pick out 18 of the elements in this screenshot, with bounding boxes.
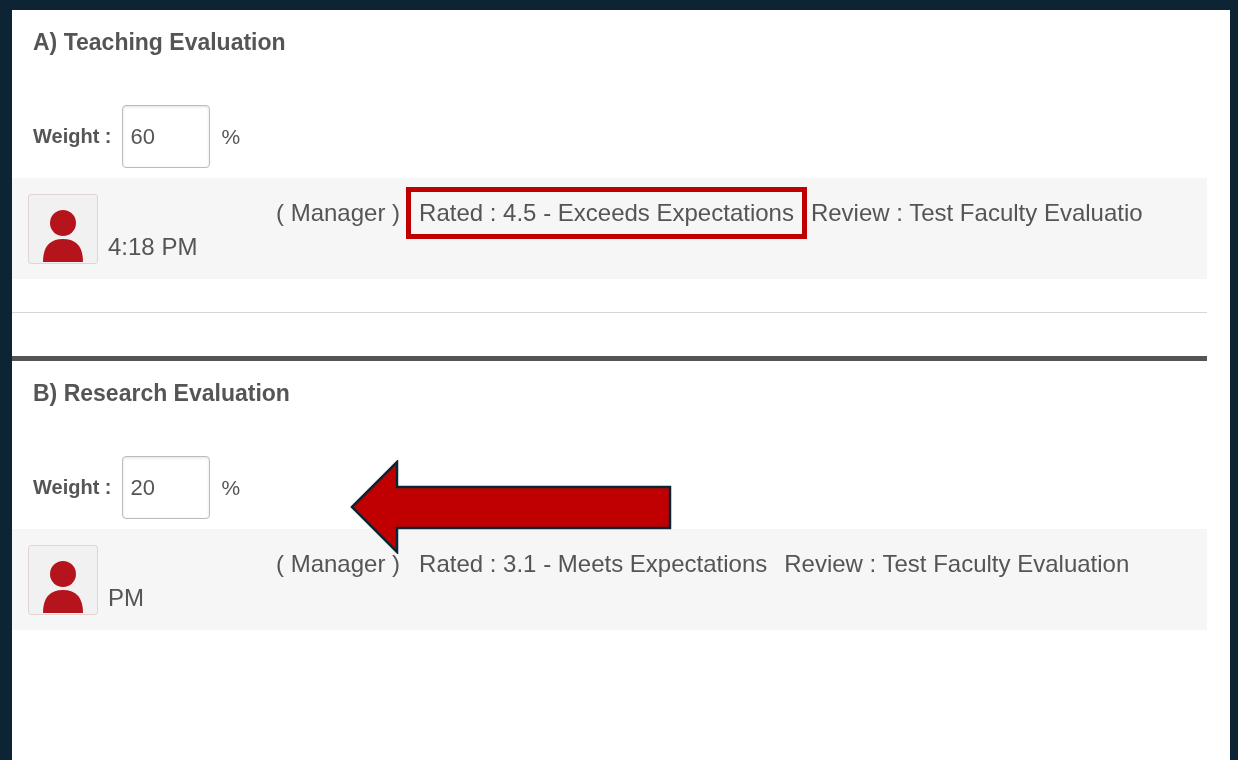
rating-text: Rated : 3.1 - Meets Expectations [419,550,768,577]
weight-label: Weight : [33,476,112,499]
weight-label: Weight : [33,125,112,148]
timestamp: PM [108,584,144,611]
role-text: ( Manager ) [276,198,401,228]
weight-field[interactable]: 60 [121,105,210,168]
percent-sign: % [221,124,241,149]
rating-text: Rated : 4.5 - Exceeds Expectations [419,199,794,226]
timestamp: 4:18 PM [108,233,198,260]
role-text: ( Manager ) [276,549,401,579]
section-title: A) Teaching Evaluation [32,28,287,57]
review-text: Review : Test Faculty Evaluation [784,549,1130,579]
avatar-icon [28,545,98,615]
avatar-icon [28,194,98,264]
review-text: Review : Test Faculty Evaluatio [810,198,1143,228]
section-title: B) Research Evaluation [32,379,291,408]
weight-field[interactable]: 20 [121,456,210,519]
percent-sign: % [221,475,241,500]
